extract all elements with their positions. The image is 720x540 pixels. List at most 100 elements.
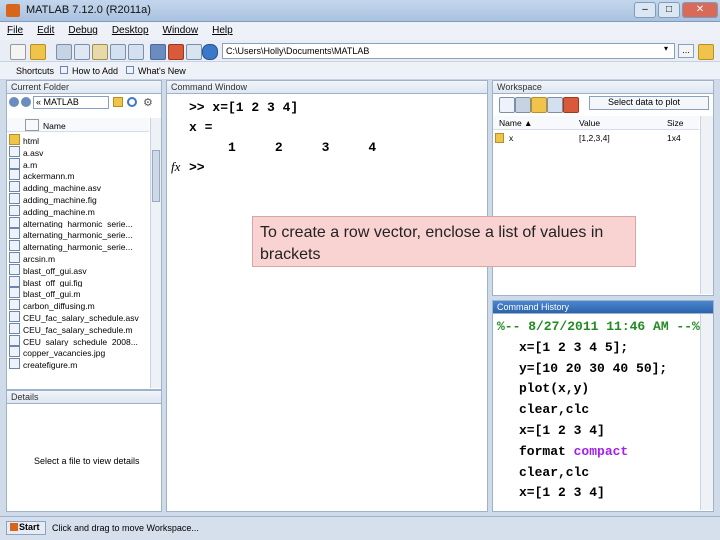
ws-col-value[interactable]: Value: [579, 118, 600, 128]
menu-file[interactable]: File: [0, 22, 30, 36]
file-list-item[interactable]: blast_off_gui.asv: [7, 263, 150, 276]
file-list-item[interactable]: adding_machine.asv: [7, 181, 150, 193]
command-window[interactable]: >> x=[1 2 3 4] x = 1 2 3 4 fx >>: [166, 94, 488, 512]
menu-bar: File Edit Debug Desktop Window Help: [0, 22, 720, 40]
close-button[interactable]: ✕: [682, 2, 718, 18]
file-icon: [9, 322, 20, 334]
file-name: createfigure.m: [23, 360, 78, 370]
history-entry[interactable]: x=[1 2 3 4]: [497, 482, 697, 503]
save-workspace-icon[interactable]: [547, 97, 563, 113]
file-list-item[interactable]: alternating_harmonic_serie...: [7, 216, 150, 228]
file-list-item[interactable]: a.asv: [7, 145, 150, 158]
file-list-item[interactable]: adding_machine.fig: [7, 192, 150, 205]
folder-up-icon[interactable]: [113, 97, 123, 107]
shortcut-whats-new[interactable]: What's New: [138, 66, 186, 76]
workspace-scrollbar[interactable]: [700, 116, 713, 294]
fx-icon[interactable]: fx: [171, 159, 180, 175]
redo-icon[interactable]: [128, 44, 144, 60]
file-list-item[interactable]: CEU_salary_schedule_2008...: [7, 334, 150, 346]
history-entry[interactable]: x=[1 2 3 4 5];: [497, 337, 697, 358]
back-icon[interactable]: [9, 97, 19, 107]
file-icon: [9, 181, 20, 193]
history-scrollbar[interactable]: [700, 314, 713, 510]
file-name: a.asv: [23, 147, 44, 158]
folder-icon: [9, 134, 20, 145]
history-session-header[interactable]: %-- 8/27/2011 11:46 AM --%: [497, 316, 700, 337]
file-icon: [9, 240, 20, 252]
details-title: Details: [6, 390, 162, 404]
maximize-button[interactable]: □: [658, 2, 680, 18]
command-prompt[interactable]: >>: [189, 160, 205, 175]
menu-edit[interactable]: Edit: [30, 22, 61, 36]
file-list-item[interactable]: copper_vacancies.jpg: [7, 346, 150, 358]
column-header-name[interactable]: Name: [7, 118, 149, 132]
guide-icon[interactable]: [168, 44, 184, 60]
history-entry[interactable]: x=[1 2 3 4]: [497, 420, 697, 441]
browse-button[interactable]: ...: [678, 44, 694, 58]
gear-icon[interactable]: ⚙: [143, 96, 157, 109]
file-list-item[interactable]: CEU_fac_salary_schedule.m: [7, 322, 150, 335]
menu-debug[interactable]: Debug: [61, 22, 104, 36]
file-list-item[interactable]: html: [7, 134, 150, 146]
minimize-button[interactable]: –: [634, 2, 656, 18]
undo-icon[interactable]: [110, 44, 126, 60]
cut-icon[interactable]: [56, 44, 72, 60]
scroll-thumb[interactable]: [152, 150, 160, 202]
help-icon[interactable]: [202, 44, 218, 60]
select-data-to-plot[interactable]: Select data to plot: [589, 96, 709, 110]
command-line-2: x =: [189, 120, 213, 135]
file-icon: [9, 310, 20, 322]
import-data-icon[interactable]: [531, 97, 547, 113]
shortcuts-label[interactable]: Shortcuts: [16, 66, 54, 76]
search-icon[interactable]: [127, 97, 137, 107]
file-name: blast_off_gui.asv: [23, 265, 87, 276]
ws-col-size[interactable]: Size: [667, 118, 684, 128]
select-all-checkbox[interactable]: [25, 119, 39, 131]
up-folder-icon[interactable]: [698, 44, 714, 60]
file-icon: [9, 334, 20, 346]
file-list: html a.asv a.m ackermann.m adding_machine.as…: [7, 134, 150, 388]
file-list-item[interactable]: alternating_harmonic_serie...: [7, 228, 150, 240]
file-list-item[interactable]: createfigure.m: [7, 358, 150, 370]
file-list-item[interactable]: blast_off_gui.fig: [7, 275, 150, 287]
folder-nav-path[interactable]: « MATLAB: [33, 96, 109, 109]
chevron-down-icon[interactable]: ▾: [664, 44, 674, 58]
copy-icon[interactable]: [74, 44, 90, 60]
file-list-item[interactable]: blast_off_gui.m: [7, 287, 150, 299]
open-variable-icon[interactable]: [515, 97, 531, 113]
file-icon: [9, 157, 20, 169]
file-name: copper_vacancies.jpg: [23, 348, 106, 359]
history-entry[interactable]: format compact: [497, 441, 697, 462]
delete-variable-icon[interactable]: [563, 97, 579, 113]
file-list-item[interactable]: arcsin.m: [7, 251, 150, 264]
new-variable-icon[interactable]: [499, 97, 515, 113]
file-list-item[interactable]: alternating_harmonic_serie...: [7, 240, 150, 252]
forward-icon[interactable]: [21, 97, 31, 107]
file-list-item[interactable]: adding_machine.m: [7, 204, 150, 217]
file-list-item[interactable]: CEU_fac_salary_schedule.asv: [7, 310, 150, 323]
ws-col-name[interactable]: Name ▲: [499, 118, 532, 128]
simulink-icon[interactable]: [150, 44, 166, 60]
workspace-row[interactable]: x [1,2,3,4] 1x4: [493, 132, 699, 145]
current-folder-input[interactable]: C:\Users\Holly\Documents\MATLAB: [222, 43, 675, 59]
history-entry[interactable]: clear,clc: [497, 399, 697, 420]
file-list-item[interactable]: carbon_diffusing.m: [7, 299, 150, 311]
paste-icon[interactable]: [92, 44, 108, 60]
history-entry[interactable]: plot(x,y): [497, 378, 697, 399]
ws-var-size: 1x4: [667, 133, 681, 143]
history-entry[interactable]: y=[10 20 30 40 50];: [497, 358, 697, 379]
shortcut-how-to-add[interactable]: How to Add: [72, 66, 118, 76]
menu-window[interactable]: Window: [156, 22, 206, 36]
menu-help[interactable]: Help: [205, 22, 240, 36]
annotation-callout: To create a row vector, enclose a list o…: [252, 216, 636, 267]
menu-desktop[interactable]: Desktop: [105, 22, 156, 36]
history-entry[interactable]: clear,clc: [497, 462, 697, 483]
file-name: arcsin.m: [23, 253, 56, 264]
new-file-icon[interactable]: [10, 44, 26, 60]
open-folder-icon[interactable]: [30, 44, 46, 60]
status-message: Click and drag to move Workspace...: [52, 523, 199, 533]
profiler-icon[interactable]: [186, 44, 202, 60]
file-list-item[interactable]: a.m: [7, 157, 150, 169]
file-list-scrollbar[interactable]: [150, 118, 161, 388]
file-list-item[interactable]: ackermann.m: [7, 169, 150, 181]
